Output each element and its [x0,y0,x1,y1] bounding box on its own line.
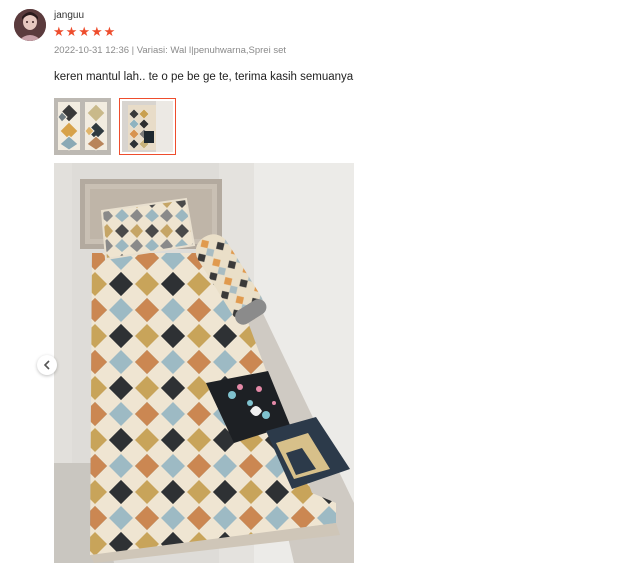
rating-stars: ★ ★ ★ ★ ★ [53,25,115,38]
star-icon: ★ [65,24,78,39]
reviewer-username[interactable]: janguu [54,10,84,21]
avatar[interactable] [14,9,46,41]
previous-image-button[interactable] [37,355,57,375]
star-icon: ★ [90,24,103,39]
bed-photo-thumbnail[interactable] [119,98,176,155]
star-icon: ★ [103,24,116,39]
review-comment: keren mantul lah.. te o pe be ge te, ter… [54,71,354,83]
star-icon: ★ [53,24,65,39]
review-meta: 2022-10-31 12:36 | Variasi: Wal l|penuhw… [54,45,287,56]
star-icon: ★ [78,24,90,39]
chevron-left-icon [43,360,51,370]
bedsheet-flatlay-photo[interactable] [54,98,111,155]
bed-photo[interactable] [54,163,354,563]
